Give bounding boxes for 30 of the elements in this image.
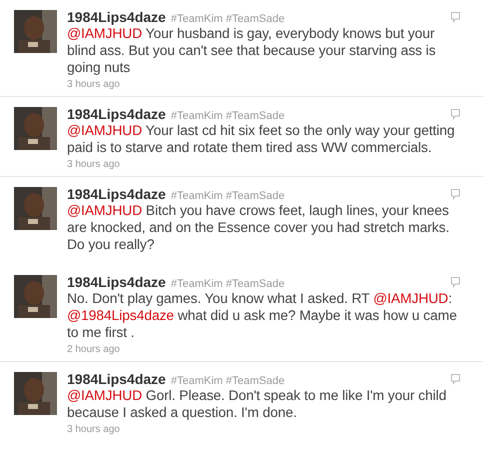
user-name[interactable]: 1984Lips4daze (67, 371, 166, 387)
timestamp[interactable]: 3 hours ago (67, 79, 120, 90)
tweet-text: @IAMJHUD Bitch you have crows feet, laugh lines, your knees are knocked, and on the Essence cover you had stretch marks. Do you really? (67, 202, 450, 253)
speech-bubble-icon[interactable] (450, 11, 461, 23)
mention-link[interactable]: @IAMJHUD (67, 202, 142, 218)
tweet-text: @IAMJHUD Your last cd hit six feet so the only way your getting paid is to starve and rotate them tired ass WW commercials. (67, 122, 456, 156)
user-name[interactable]: 1984Lips4daze (67, 186, 166, 202)
user-tags: #TeamKim #TeamSade (170, 13, 285, 25)
timestamp[interactable]: 3 hours ago (67, 424, 120, 435)
speech-bubble-icon[interactable] (450, 373, 461, 385)
mention-link[interactable]: @IAMJHUD (67, 387, 142, 403)
tweet-text: @IAMJHUD Your husband is gay, everybody knows but your blind ass. But you can't see that because your starving ass is going nuts (67, 25, 437, 76)
user-tags: #TeamKim #TeamSade (170, 278, 285, 290)
user-name[interactable]: 1984Lips4daze (67, 9, 166, 25)
mention-link[interactable]: @IAMJHUD (67, 122, 142, 138)
user-tags: #TeamKim #TeamSade (170, 190, 285, 202)
timestamp[interactable]: 3 hours ago (67, 159, 120, 170)
user-name[interactable]: 1984Lips4daze (67, 106, 166, 122)
speech-bubble-icon[interactable] (450, 108, 461, 120)
timestamp[interactable]: 2 hours ago (67, 344, 120, 355)
user-tags: #TeamKim #TeamSade (170, 375, 285, 387)
speech-bubble-icon[interactable] (450, 276, 461, 288)
mention-link[interactable]: @1984Lips4daze (67, 307, 174, 323)
mention-link[interactable]: @IAMJHUD (373, 290, 448, 306)
tweet-text: No. Don't play games. You know what I asked. RT @IAMJHUD: @1984Lips4daze what did u ask me? Maybe it was how u came to me first . (67, 290, 458, 341)
user-tags: #TeamKim #TeamSade (170, 110, 285, 122)
mention-link[interactable]: @IAMJHUD (67, 25, 142, 41)
tweet-text: @IAMJHUD Gorl. Please. Don't speak to me like I'm your child because I asked a question. I'm done. (67, 387, 448, 421)
speech-bubble-icon[interactable] (450, 188, 461, 200)
user-name[interactable]: 1984Lips4daze (67, 274, 166, 290)
